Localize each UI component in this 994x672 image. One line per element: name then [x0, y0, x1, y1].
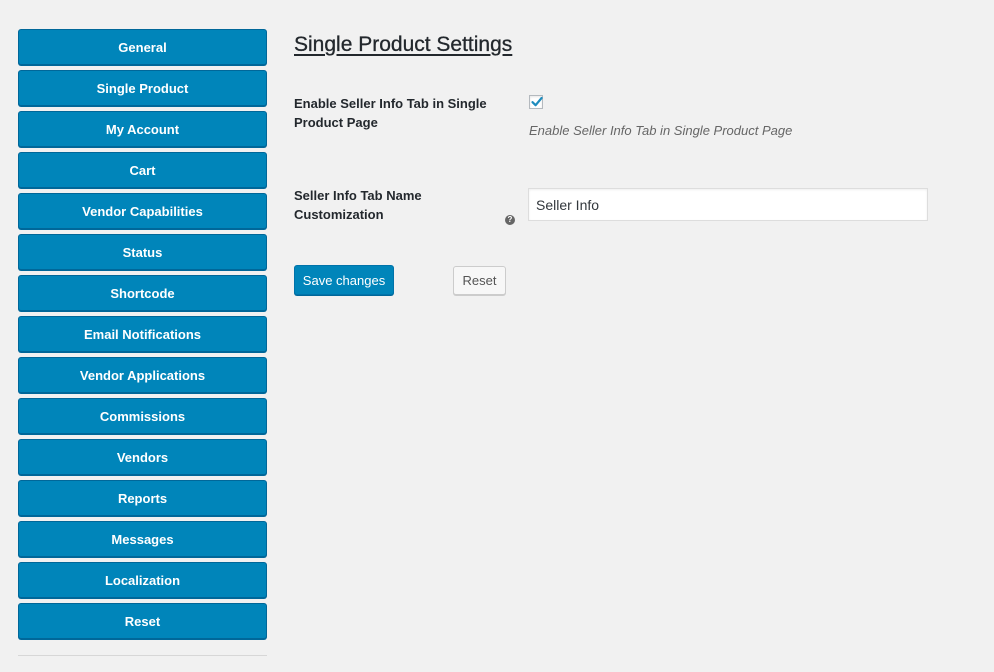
seller-tab-label: Enable Seller Info Tab in Single Product… — [294, 96, 487, 130]
sidebar-item-label: Commissions — [99, 408, 186, 424]
sidebar-item-label: Single Product — [96, 80, 189, 96]
sidebar-item-vendor-capabilities[interactable]: Vendor Capabilities — [18, 193, 267, 229]
sidebar-item-label: Email Notifications — [83, 326, 202, 342]
sidebar-item-messages[interactable]: Messages — [18, 521, 267, 557]
sidebar-divider — [18, 655, 267, 656]
tab-name-label: Seller Info Tab Name Customization — [294, 188, 422, 222]
tab-name-row: Seller Info Tab Name Customization ? — [294, 188, 954, 228]
sidebar-item-general[interactable]: General — [18, 29, 267, 65]
sidebar-item-reports[interactable]: Reports — [18, 480, 267, 516]
sidebar-item-commissions[interactable]: Commissions — [18, 398, 267, 434]
save-changes-button[interactable]: Save changes — [294, 265, 394, 295]
sidebar-item-label: Messages — [111, 531, 174, 547]
seller-tab-description: Enable Seller Info Tab in Single Product… — [529, 123, 793, 138]
tab-name-input[interactable] — [528, 188, 928, 221]
sidebar-item-label: Shortcode — [110, 285, 175, 301]
sidebar-item-reset[interactable]: Reset — [18, 603, 267, 639]
checkmark-icon — [531, 96, 543, 107]
sidebar-item-status[interactable]: Status — [18, 234, 267, 270]
sidebar-item-label: My Account — [105, 121, 180, 137]
question-circle-icon[interactable]: ? — [505, 215, 515, 225]
sidebar-item-label: Vendors — [116, 449, 169, 465]
sidebar-item-label: Reset — [124, 613, 161, 629]
sidebar-item-label: Vendor Capabilities — [82, 203, 203, 219]
sidebar-item-localization[interactable]: Localization — [18, 562, 267, 598]
sidebar-item-label: Reports — [117, 490, 168, 506]
reset-button[interactable]: Reset — [453, 266, 506, 295]
settings-page: General Single Product My Account Cart V… — [0, 0, 994, 672]
settings-sidebar: General Single Product My Account Cart V… — [18, 29, 267, 644]
sidebar-item-single-product[interactable]: Single Product — [18, 70, 267, 106]
seller-tab-checkbox[interactable] — [529, 95, 543, 109]
settings-main: Single Product Settings Enable Seller In… — [294, 30, 954, 295]
sidebar-item-vendor-applications[interactable]: Vendor Applications — [18, 357, 267, 393]
sidebar-item-label: Cart — [129, 162, 156, 178]
sidebar-item-vendors[interactable]: Vendors — [18, 439, 267, 475]
sidebar-item-shortcode[interactable]: Shortcode — [18, 275, 267, 311]
seller-tab-row: Enable Seller Info Tab in Single Product… — [294, 93, 954, 153]
sidebar-item-my-account[interactable]: My Account — [18, 111, 267, 147]
sidebar-item-label: Status — [122, 244, 163, 260]
sidebar-item-email-notifications[interactable]: Email Notifications — [18, 316, 267, 352]
sidebar-item-label: Localization — [104, 572, 181, 588]
actions-row: Save changes Reset — [294, 265, 954, 297]
sidebar-item-label: General — [118, 39, 167, 55]
page-title: Single Product Settings — [294, 33, 513, 56]
sidebar-item-label: Vendor Applications — [79, 367, 206, 383]
sidebar-item-cart[interactable]: Cart — [18, 152, 267, 188]
